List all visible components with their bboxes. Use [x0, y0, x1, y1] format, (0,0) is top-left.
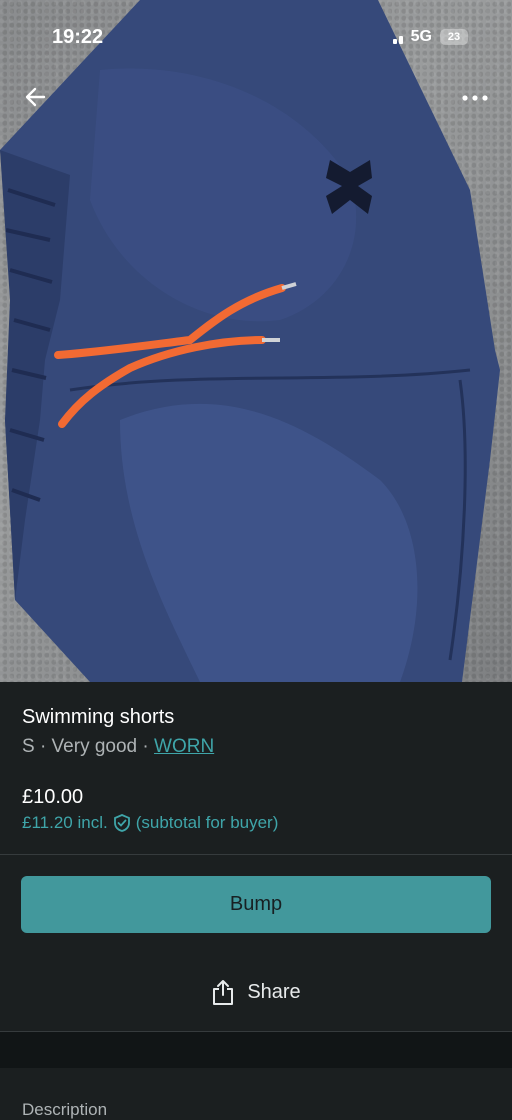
listing-meta: S · Very good · WORN	[22, 736, 214, 758]
arrow-left-icon	[25, 87, 46, 107]
status-time: 19:22	[52, 26, 104, 48]
share-button[interactable]: Share	[0, 972, 512, 1012]
share-label: Share	[247, 980, 301, 1003]
battery-level: 23	[447, 31, 461, 43]
shield-check-icon	[113, 814, 130, 832]
back-button[interactable]	[22, 82, 52, 112]
listing-title: Swimming shorts	[22, 706, 175, 728]
listing-price: £10.00	[22, 786, 84, 808]
signal-icon	[392, 30, 403, 44]
battery-icon: 23	[440, 29, 468, 45]
price-with-protection[interactable]: £11.20 incl. (subtotal for buyer)	[22, 813, 278, 833]
price-incl-note: (subtotal for buyer)	[135, 813, 279, 832]
network-type: 5G	[410, 28, 432, 45]
price-incl: £11.20 incl.	[22, 813, 108, 832]
more-options-button[interactable]	[460, 88, 490, 108]
status-indicators: 5G 23	[392, 28, 468, 46]
more-horizontal-icon	[462, 95, 488, 101]
listing-photo[interactable]: 19:22 5G 23	[0, 0, 512, 682]
divider	[0, 854, 512, 855]
size-condition: S · Very good ·	[22, 736, 155, 757]
bump-button[interactable]: Bump	[21, 876, 491, 933]
share-icon	[213, 980, 234, 1005]
description-label: Description	[22, 1100, 108, 1119]
shorts-image	[0, 0, 500, 682]
section-separator	[0, 1032, 512, 1068]
brand-link[interactable]: WORN	[154, 736, 214, 757]
